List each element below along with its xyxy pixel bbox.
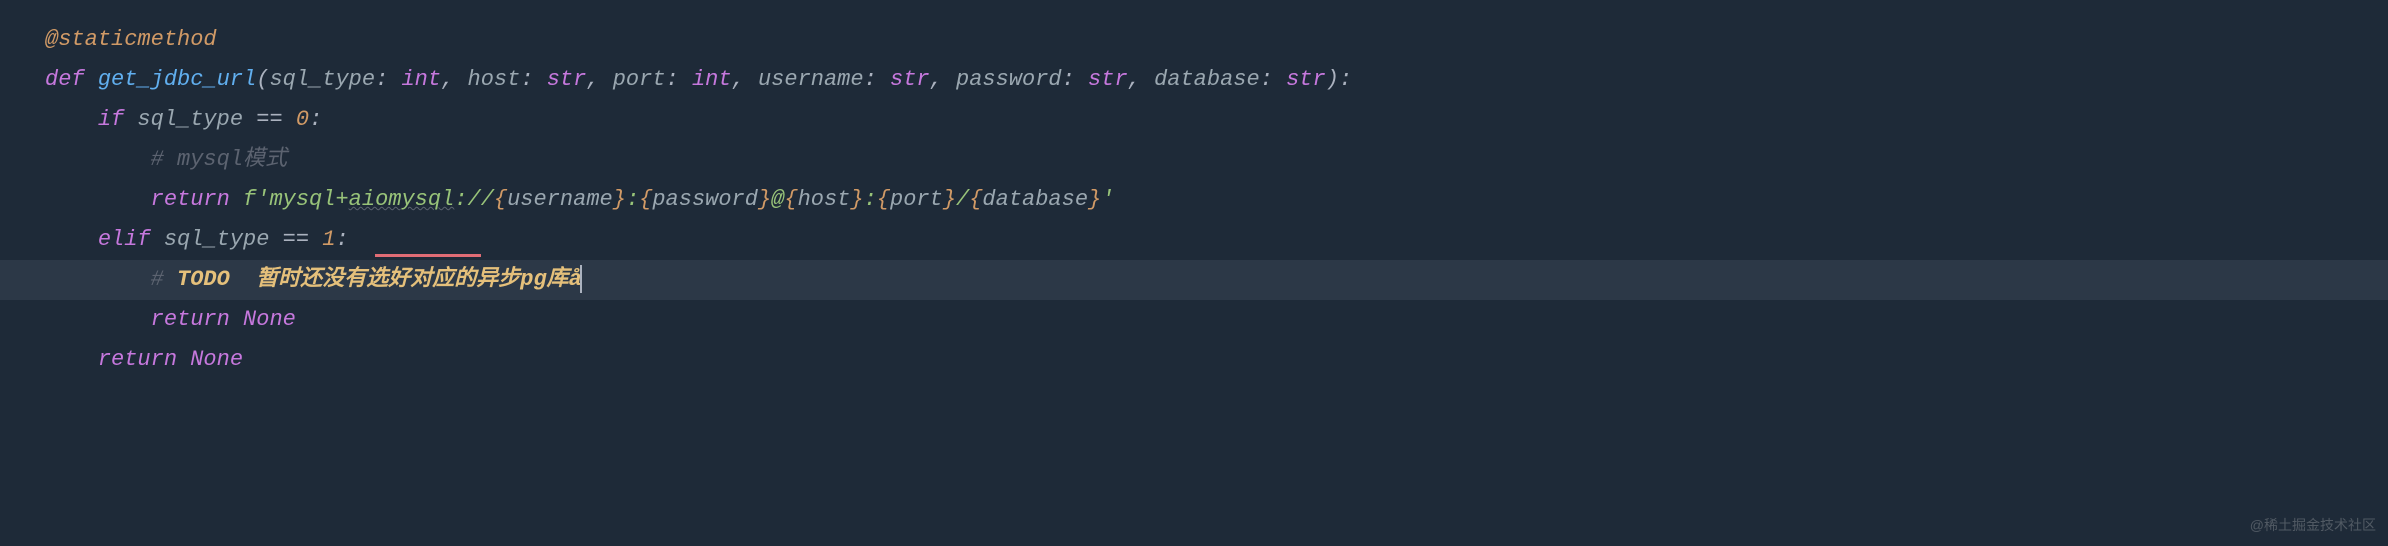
fstring-port: port: [890, 187, 943, 212]
type-str: str: [1088, 67, 1128, 92]
keyword-if: if: [98, 107, 124, 132]
operator-eq: ==: [256, 107, 282, 132]
fstring-database: database: [982, 187, 1088, 212]
number-one: 1: [322, 227, 335, 252]
code-line-5[interactable]: return f'mysql+aiomysql://{username}:{pa…: [45, 180, 2388, 220]
keyword-return: return: [151, 187, 230, 212]
function-name: get_jdbc_url: [98, 67, 256, 92]
text-cursor: [580, 265, 582, 293]
code-line-6[interactable]: elif sql_type == 1:: [45, 220, 2388, 260]
error-underline: [375, 227, 481, 257]
string-part: ://: [454, 187, 494, 212]
string-aiomysql: aiomysql: [349, 187, 455, 212]
type-str: str: [547, 67, 587, 92]
param-port: port: [613, 67, 666, 92]
fstring-prefix: f: [243, 187, 256, 212]
type-int: int: [692, 67, 732, 92]
code-line-9[interactable]: return None: [45, 340, 2388, 380]
code-line-1[interactable]: @staticmethod: [45, 20, 2388, 60]
var-sql-type: sql_type: [164, 227, 270, 252]
var-sql-type: sql_type: [137, 107, 243, 132]
paren-open: (: [256, 67, 269, 92]
keyword-return: return: [151, 307, 230, 332]
none-literal: None: [243, 307, 296, 332]
param-password: password: [956, 67, 1062, 92]
operator-eq: ==: [283, 227, 309, 252]
param-host: host: [468, 67, 521, 92]
fstring-password: password: [652, 187, 758, 212]
watermark-text: @稀土掘金技术社区: [2250, 513, 2376, 538]
string-part: 'mysql+: [256, 187, 348, 212]
comment-hash: #: [151, 267, 177, 292]
code-line-8[interactable]: return None: [45, 300, 2388, 340]
todo-keyword: TODO: [177, 267, 230, 292]
code-line-7-highlighted[interactable]: # TODO 暂时还没有选好对应的异步pg库å: [0, 260, 2388, 300]
keyword-def: def: [45, 67, 85, 92]
code-line-2[interactable]: def get_jdbc_url(sql_type: int, host: st…: [45, 60, 2388, 100]
param-sql-type: sql_type: [269, 67, 375, 92]
decorator-token: @staticmethod: [45, 27, 217, 52]
param-username: username: [758, 67, 864, 92]
code-line-3[interactable]: if sql_type == 0:: [45, 100, 2388, 140]
type-int: int: [401, 67, 441, 92]
code-line-4[interactable]: # mysql模式: [45, 140, 2388, 180]
number-zero: 0: [296, 107, 309, 132]
comment-mysql: # mysql模式: [151, 147, 287, 172]
none-literal: None: [190, 347, 243, 372]
type-str: str: [1286, 67, 1326, 92]
keyword-elif: elif: [98, 227, 151, 252]
param-database: database: [1154, 67, 1260, 92]
keyword-return: return: [98, 347, 177, 372]
paren-close: ):: [1326, 67, 1352, 92]
fstring-username: username: [507, 187, 613, 212]
type-str: str: [890, 67, 930, 92]
todo-text: 暂时还没有选好对应的异步pg库å: [230, 267, 582, 292]
fstring-host: host: [798, 187, 851, 212]
